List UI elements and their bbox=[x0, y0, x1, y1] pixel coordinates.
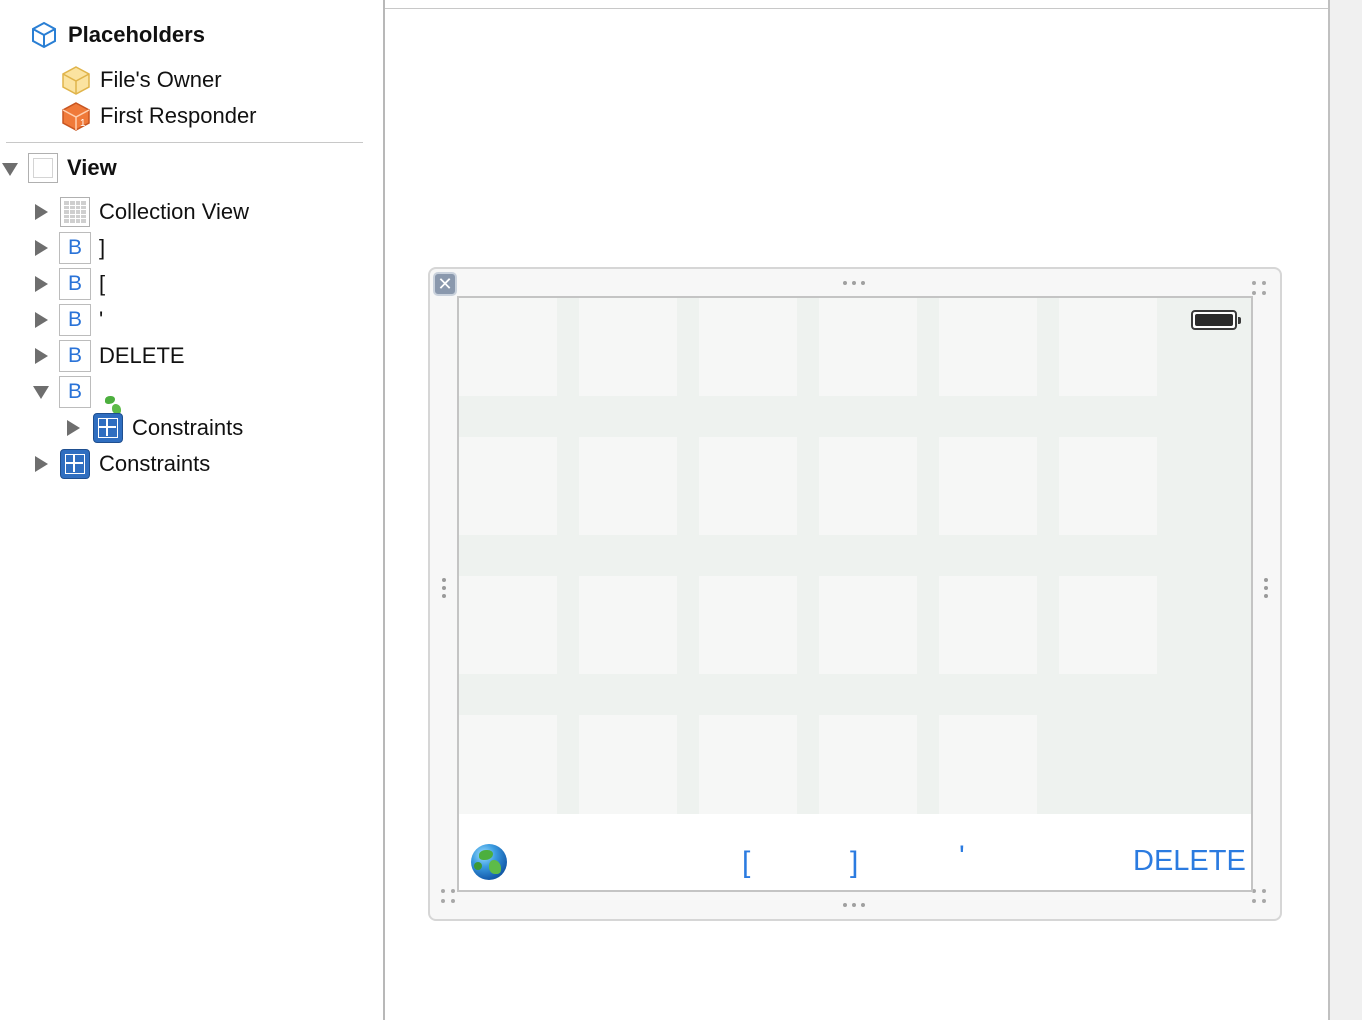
globe-disclosure-triangle[interactable] bbox=[32, 383, 50, 401]
collection-view-cell[interactable] bbox=[939, 576, 1037, 674]
outline-separator bbox=[6, 142, 363, 143]
battery-icon bbox=[1191, 310, 1241, 330]
delete-label: DELETE bbox=[99, 343, 185, 368]
collection-view-cell[interactable] bbox=[699, 437, 797, 535]
collection-view-cell[interactable] bbox=[699, 298, 797, 396]
collection-view-cell[interactable] bbox=[819, 437, 917, 535]
placeholders-header[interactable]: Placeholders bbox=[28, 18, 205, 52]
collection-view-cell[interactable] bbox=[819, 715, 917, 817]
collection-view-cell[interactable] bbox=[459, 298, 557, 396]
bottom-resize-handle[interactable] bbox=[843, 903, 865, 907]
button-icon: B bbox=[59, 304, 91, 336]
close-icon[interactable]: ✕ bbox=[433, 272, 457, 296]
open-bracket-label: [ bbox=[99, 271, 106, 296]
outline-item-globe-button[interactable]: B bbox=[59, 375, 121, 414]
apostrophe-label: ' bbox=[99, 307, 104, 332]
canvas-top-border bbox=[385, 8, 1328, 9]
outline-item-collection-view[interactable]: Collection View bbox=[59, 195, 249, 229]
delete-disclosure-triangle[interactable] bbox=[32, 347, 50, 365]
collection-view[interactable] bbox=[459, 298, 1251, 817]
button-icon: B bbox=[59, 232, 91, 264]
top-resize-handle[interactable] bbox=[843, 281, 865, 285]
collection-view-cell[interactable] bbox=[579, 715, 677, 817]
apostrophe-button[interactable]: ' bbox=[959, 842, 965, 872]
collection-view-cell[interactable] bbox=[819, 576, 917, 674]
collection-view-cell[interactable] bbox=[939, 298, 1037, 396]
constraints-icon bbox=[92, 412, 124, 444]
close-bracket-label: ] bbox=[99, 235, 106, 260]
outline-item-delete-button[interactable]: B DELETE bbox=[59, 339, 185, 373]
collection-view-cell[interactable] bbox=[459, 715, 557, 817]
svg-text:1: 1 bbox=[80, 118, 86, 129]
outline-item-open-bracket-button[interactable]: B [ bbox=[59, 267, 105, 301]
files-owner-label: File's Owner bbox=[100, 67, 222, 92]
collection-view-cell[interactable] bbox=[699, 715, 797, 817]
outline-item-nested-constraints[interactable]: Constraints bbox=[92, 411, 243, 445]
bottom-button-bar: [ ] ' DELETE bbox=[459, 814, 1251, 890]
delete-button[interactable]: DELETE bbox=[1133, 846, 1246, 876]
constraints-icon bbox=[59, 448, 91, 480]
top-right-resize-handle[interactable] bbox=[1252, 281, 1266, 295]
bottom-right-resize-handle[interactable] bbox=[1252, 889, 1266, 903]
constraints-disclosure-triangle[interactable] bbox=[32, 455, 50, 473]
document-outline: Placeholders File's Owner 1 First Respon… bbox=[0, 0, 383, 1020]
open-bracket-disclosure-triangle[interactable] bbox=[32, 275, 50, 293]
files-owner-cube-icon bbox=[60, 64, 92, 96]
collection-view-cell[interactable] bbox=[1059, 437, 1157, 535]
first-responder-cube-icon: 1 bbox=[60, 100, 92, 132]
collection-view-disclosure-triangle[interactable] bbox=[32, 203, 50, 221]
constraints-label: Constraints bbox=[99, 451, 211, 476]
close-bracket-button[interactable]: ] bbox=[850, 848, 858, 878]
view-label: View bbox=[67, 155, 117, 180]
apostrophe-disclosure-triangle[interactable] bbox=[32, 311, 50, 329]
button-icon: B bbox=[59, 376, 91, 408]
keyboard-view[interactable]: [ ] ' DELETE bbox=[457, 296, 1253, 892]
outline-item-apostrophe-button[interactable]: B ' bbox=[59, 303, 103, 337]
right-resize-handle[interactable] bbox=[1264, 578, 1268, 598]
view-disclosure-triangle[interactable] bbox=[1, 160, 19, 178]
collection-view-cell[interactable] bbox=[1059, 298, 1157, 396]
bottom-left-resize-handle[interactable] bbox=[441, 889, 455, 903]
collection-view-cell[interactable] bbox=[939, 715, 1037, 817]
nested-constraints-disclosure-triangle[interactable] bbox=[64, 419, 82, 437]
left-resize-handle[interactable] bbox=[442, 578, 446, 598]
button-icon: B bbox=[59, 268, 91, 300]
collection-view-cell[interactable] bbox=[579, 437, 677, 535]
close-bracket-disclosure-triangle[interactable] bbox=[32, 239, 50, 257]
outline-item-close-bracket-button[interactable]: B ] bbox=[59, 231, 105, 265]
collection-view-icon bbox=[59, 196, 91, 228]
collection-view-cell[interactable] bbox=[819, 298, 917, 396]
files-owner-item[interactable]: File's Owner bbox=[60, 63, 222, 97]
collection-view-label: Collection View bbox=[99, 199, 250, 224]
right-gutter bbox=[1328, 0, 1362, 1020]
button-icon: B bbox=[59, 340, 91, 372]
placeholder-cube-icon bbox=[28, 19, 60, 51]
collection-view-cell[interactable] bbox=[939, 437, 1037, 535]
collection-view-cell[interactable] bbox=[459, 437, 557, 535]
collection-view-cell[interactable] bbox=[579, 576, 677, 674]
collection-view-cell[interactable] bbox=[579, 298, 677, 396]
view-icon bbox=[27, 152, 59, 184]
globe-button[interactable] bbox=[471, 844, 507, 880]
collection-view-cell[interactable] bbox=[1059, 576, 1157, 674]
collection-view-cell[interactable] bbox=[699, 576, 797, 674]
outline-item-constraints[interactable]: Constraints bbox=[59, 447, 210, 481]
nested-constraints-label: Constraints bbox=[132, 415, 244, 440]
first-responder-label: First Responder bbox=[100, 103, 257, 128]
collection-view-cell[interactable] bbox=[459, 576, 557, 674]
view-item[interactable]: View bbox=[27, 151, 117, 185]
first-responder-item[interactable]: 1 First Responder bbox=[60, 99, 257, 133]
open-bracket-button[interactable]: [ bbox=[742, 848, 750, 878]
placeholders-label: Placeholders bbox=[68, 22, 205, 47]
